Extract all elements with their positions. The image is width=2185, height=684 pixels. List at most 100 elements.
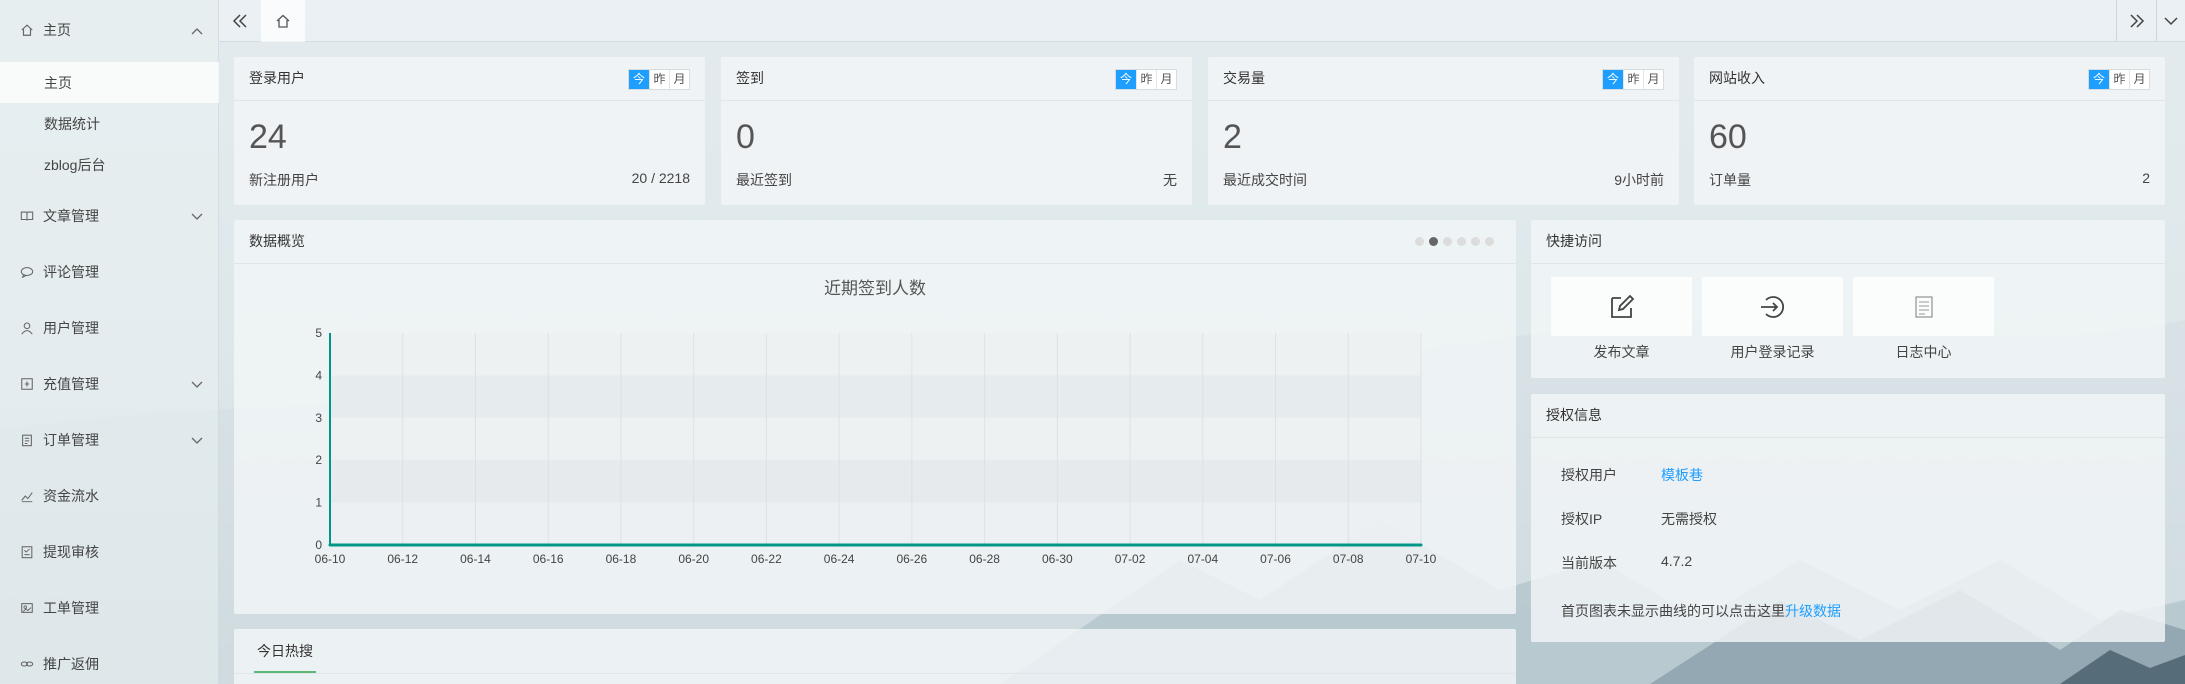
data-point xyxy=(692,543,696,547)
login-icon xyxy=(1760,295,1784,318)
sidebar-item-articles[interactable]: 文章管理 xyxy=(0,188,219,244)
period-month-button[interactable]: 月 xyxy=(2129,70,2149,89)
y-tick-label: 1 xyxy=(315,496,322,510)
x-tick-label: 07-06 xyxy=(1260,552,1291,566)
sidebar-item-tickets[interactable]: 工单管理 xyxy=(0,580,219,636)
line-chart: 0 1 2 3 4 5 06-10 06-12 06-14 06-16 06-18 06-20 06-2… xyxy=(315,326,1437,566)
stat-sub-value: 无 xyxy=(1163,172,1177,188)
period-today-button[interactable]: 今 xyxy=(1603,70,1623,89)
period-switch: 今 昨 月 xyxy=(1602,69,1664,90)
quick-login-records-button[interactable] xyxy=(1702,277,1843,336)
license-ip-value: 无需授权 xyxy=(1661,511,1717,527)
data-point xyxy=(401,543,405,547)
y-tick-label: 0 xyxy=(315,538,322,552)
tab-hot-search[interactable]: 今日热搜 xyxy=(254,629,316,673)
double-chevron-left-icon xyxy=(232,14,247,28)
upgrade-note-text: 首页图表未显示曲线的可以点击这里 xyxy=(1561,603,1785,619)
license-user-link[interactable]: 模板巷 xyxy=(1661,465,1703,485)
card-title: 签到 xyxy=(736,70,764,86)
data-point xyxy=(1419,543,1423,547)
stat-value: 2 xyxy=(1223,118,1242,156)
x-tick-label: 06-24 xyxy=(824,552,855,566)
stat-card-checkin: 签到 今 昨 月 0 最近签到 无 xyxy=(721,57,1192,205)
stat-value: 60 xyxy=(1709,118,1747,156)
sidebar-subitem-label: 主页 xyxy=(44,74,72,91)
x-tick-label: 06-26 xyxy=(897,552,928,566)
quick-log-center-button[interactable] xyxy=(1853,277,1994,336)
chevron-down-icon xyxy=(2164,17,2178,26)
user-icon xyxy=(20,321,34,335)
sidebar-item-home[interactable]: 主页 xyxy=(0,2,219,58)
data-point xyxy=(328,543,332,547)
double-chevron-right-icon xyxy=(2129,14,2144,28)
sidebar-item-affiliate[interactable]: 推广返佣 xyxy=(0,636,219,684)
sidebar-item-label: 订单管理 xyxy=(43,432,99,448)
divider xyxy=(1531,437,2165,438)
divider xyxy=(234,100,705,101)
license-version-value: 4.7.2 xyxy=(1661,553,1693,569)
period-today-button[interactable]: 今 xyxy=(1116,70,1136,89)
scroll-tabs-right-button[interactable] xyxy=(2116,0,2156,42)
period-yesterday-button[interactable]: 昨 xyxy=(1623,70,1643,89)
sidebar-item-cashflow[interactable]: 资金流水 xyxy=(0,468,219,524)
x-tick-label: 07-10 xyxy=(1406,552,1437,566)
collapse-sidebar-button[interactable] xyxy=(219,0,261,42)
period-month-button[interactable]: 月 xyxy=(1643,70,1663,89)
period-switch: 今 昨 月 xyxy=(628,69,690,90)
stat-card-login-users: 登录用户 今 昨 月 24 新注册用户 20 / 2218 xyxy=(234,57,705,205)
period-month-button[interactable]: 月 xyxy=(1156,70,1176,89)
sidebar-item-label: 充值管理 xyxy=(43,376,99,392)
sidebar-item-orders[interactable]: 订单管理 xyxy=(0,412,219,468)
divider xyxy=(1531,263,2165,264)
card-title: 授权信息 xyxy=(1546,407,1602,423)
sidebar-item-label: 主页 xyxy=(43,22,71,38)
period-yesterday-button[interactable]: 昨 xyxy=(1136,70,1156,89)
x-tick-label: 07-02 xyxy=(1115,552,1146,566)
data-point xyxy=(1346,543,1350,547)
license-info-card: 授权信息 授权用户 模板巷 授权IP 无需授权 当前版本 4.7.2 首页图表未… xyxy=(1531,394,2165,642)
tab-menu-button[interactable] xyxy=(2156,0,2185,42)
sidebar-item-label: 用户管理 xyxy=(43,320,99,336)
x-tick-label: 07-04 xyxy=(1187,552,1218,566)
period-yesterday-button[interactable]: 昨 xyxy=(2109,70,2129,89)
book-icon xyxy=(20,209,34,223)
data-point xyxy=(1274,543,1278,547)
data-point xyxy=(1055,543,1059,547)
period-today-button[interactable]: 今 xyxy=(2089,70,2109,89)
period-switch: 今 昨 月 xyxy=(1115,69,1177,90)
period-today-button[interactable]: 今 xyxy=(629,70,649,89)
card-title: 交易量 xyxy=(1223,70,1265,86)
sidebar-subitem-home[interactable]: 主页 xyxy=(0,62,219,103)
data-point xyxy=(473,543,477,547)
period-yesterday-button[interactable]: 昨 xyxy=(649,70,669,89)
divider xyxy=(234,673,1516,674)
period-month-button[interactable]: 月 xyxy=(669,70,689,89)
period-switch: 今 昨 月 xyxy=(2088,69,2150,90)
upgrade-data-link[interactable]: 升级数据 xyxy=(1785,603,1841,619)
data-overview-card: 数据概览 近期签到人数 0 1 2 3 4 5 06-10 06-12 06-14 06-16 06… xyxy=(234,220,1516,614)
stat-value: 24 xyxy=(249,118,287,156)
home-tab[interactable] xyxy=(261,0,305,42)
y-tick-label: 2 xyxy=(315,453,322,467)
sidebar-item-label: 文章管理 xyxy=(43,208,99,224)
stat-label: 最近成交时间 xyxy=(1223,172,1307,188)
sidebar-item-users[interactable]: 用户管理 xyxy=(0,300,219,356)
y-tick-label: 4 xyxy=(315,368,322,382)
x-tick-label: 06-18 xyxy=(606,552,637,566)
chevron-down-icon xyxy=(191,213,203,220)
stat-sub-value: 9小时前 xyxy=(1614,172,1664,188)
sidebar-subitem-statistics[interactable]: 数据统计 xyxy=(0,103,219,144)
x-tick-label: 06-14 xyxy=(460,552,491,566)
sidebar-subitem-zblog[interactable]: zblog后台 xyxy=(0,144,219,185)
stat-label: 最近签到 xyxy=(736,172,792,188)
stat-value: 0 xyxy=(736,118,755,156)
x-tick-label: 06-10 xyxy=(315,552,346,566)
home-icon xyxy=(276,14,290,28)
sidebar-item-withdraw[interactable]: 提现审核 xyxy=(0,524,219,580)
sidebar-item-comments[interactable]: 评论管理 xyxy=(0,244,219,300)
license-key-user: 授权用户 xyxy=(1561,467,1617,483)
sidebar-item-recharge[interactable]: 充值管理 xyxy=(0,356,219,412)
x-tick-label: 06-16 xyxy=(533,552,564,566)
quick-publish-article-button[interactable] xyxy=(1551,277,1692,336)
divider xyxy=(1694,100,2165,101)
